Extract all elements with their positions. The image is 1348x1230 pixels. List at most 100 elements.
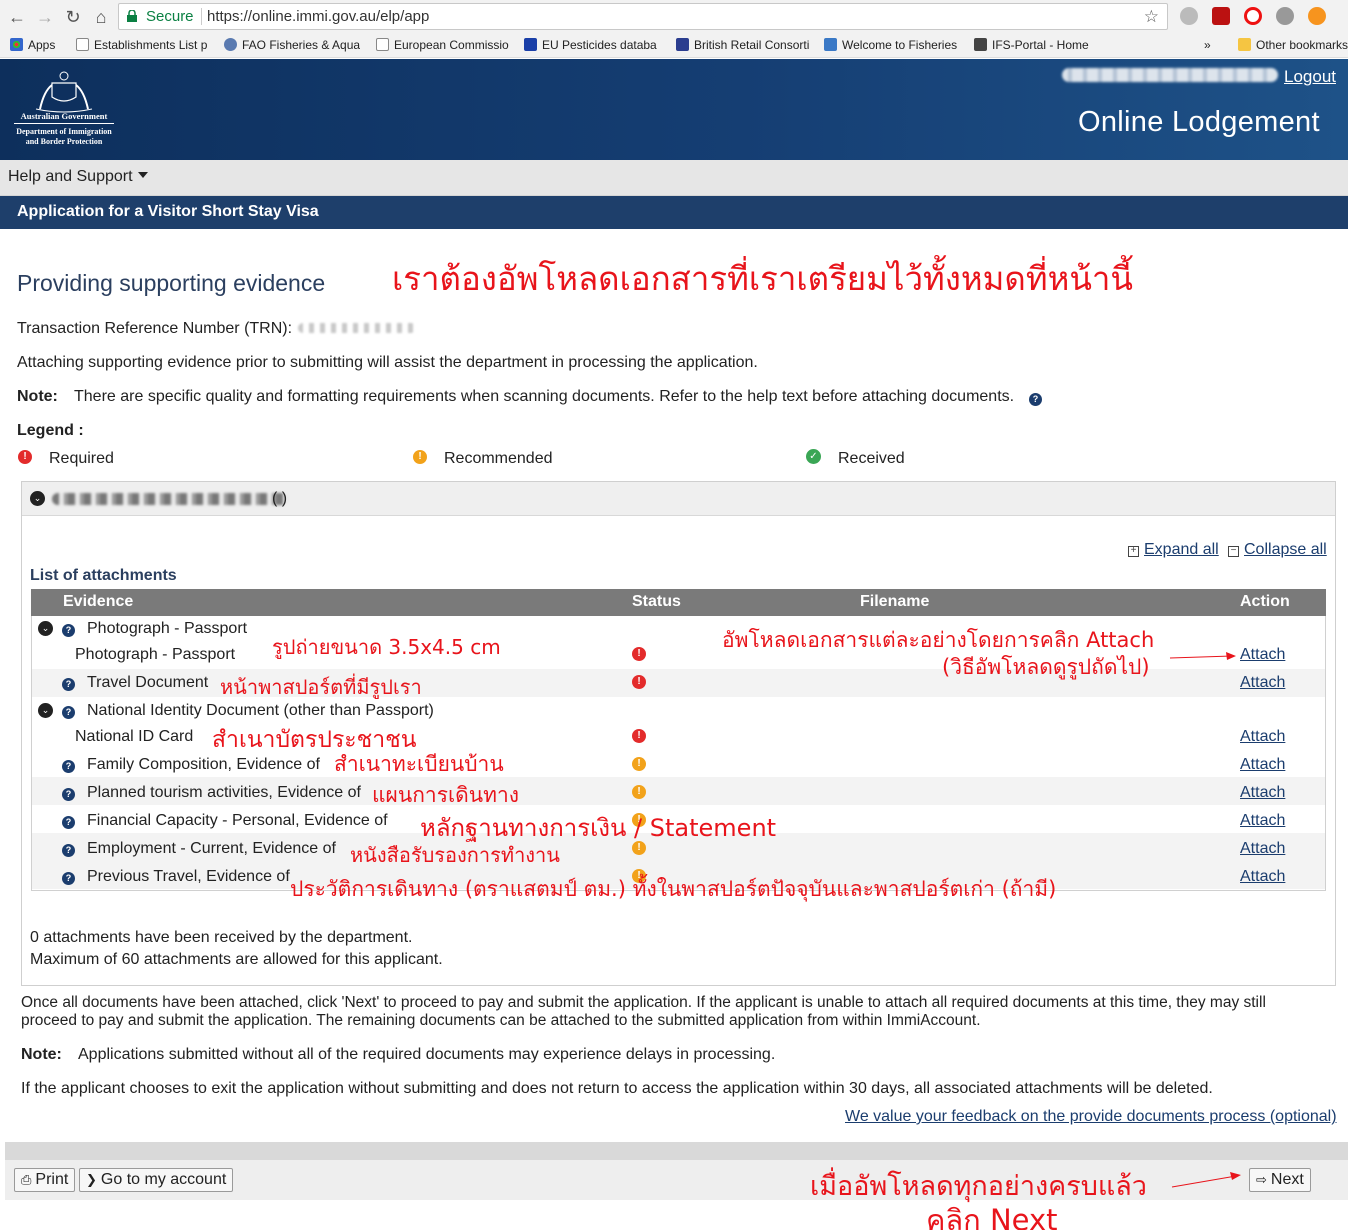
url-separator (201, 8, 202, 25)
forward-arrow-icon[interactable]: → (34, 6, 56, 28)
printer-icon: ⎙ (21, 1172, 32, 1187)
bookmark-label: Other bookmarks (1256, 38, 1348, 52)
required-icon: ! (632, 729, 646, 743)
crest-divider (14, 123, 114, 124)
annotation-photo: รูปถ่ายขนาด 3.5x4.5 cm (272, 635, 501, 659)
annotation-previous-travel: ประวัติการเดินทาง (ตราแสตมป์ ตม.) ทั้งใน… (290, 877, 1057, 901)
help-question-icon[interactable]: ? (62, 624, 75, 637)
chevron-down-icon[interactable]: ⌄ (38, 703, 53, 718)
eu-flag-icon (524, 38, 537, 51)
recommended-icon: ! (632, 785, 646, 799)
evidence-item-financial: Financial Capacity - Personal, Evidence … (87, 812, 388, 829)
help-question-icon[interactable]: ? (62, 816, 75, 829)
brc-icon (676, 38, 689, 51)
column-status: Status (632, 593, 681, 610)
chevron-right-icon: ❯ (86, 1172, 97, 1187)
applicant-panel-header[interactable]: ⌄ ( ) (22, 482, 1335, 516)
account-label: Go to my account (100, 1171, 227, 1188)
secure-label: Secure (146, 8, 194, 25)
bookmark-ifs[interactable]: IFS-Portal - Home (974, 38, 1089, 52)
applicant-name-blurred (52, 493, 288, 505)
bookmark-brc[interactable]: British Retail Consorti (676, 38, 810, 52)
site-header: Australian Government Department of Immi… (0, 59, 1348, 160)
logout-link[interactable]: Logout (1284, 67, 1336, 87)
note-label: Note: (17, 388, 58, 405)
attach-link-financial[interactable]: Attach (1240, 812, 1285, 830)
help-question-icon[interactable]: ? (62, 844, 75, 857)
help-and-support-menu[interactable]: Help and Support (8, 168, 148, 186)
collapse-all-label: Collapse all (1244, 541, 1327, 558)
legend-recommended: Recommended (444, 450, 553, 467)
received-check-icon: ✓ (806, 449, 821, 464)
column-filename: Filename (860, 593, 930, 610)
bookmark-apps[interactable]: Apps (10, 38, 55, 52)
chevron-down-icon[interactable]: ⌄ (30, 491, 45, 506)
annotation-family: สำเนาทะเบียนบ้าน (334, 752, 504, 776)
reload-icon[interactable]: ↻ (62, 6, 84, 28)
expand-all-link[interactable]: + Expand all (1128, 541, 1219, 559)
bookmark-label: Apps (28, 38, 56, 52)
attach-link-tourism[interactable]: Attach (1240, 784, 1285, 802)
attachments-table-header: Evidence Status Filename Action (31, 589, 1326, 616)
evidence-item-previous-travel: Previous Travel, Evidence of (87, 868, 290, 885)
bookmark-establishments[interactable]: Establishments List p (76, 38, 208, 52)
extension-globe-icon[interactable] (1180, 7, 1198, 25)
column-action: Action (1240, 593, 1290, 610)
go-to-account-button[interactable]: ❯ Go to my account (79, 1168, 234, 1192)
more-bookmarks-chevron[interactable]: » (1204, 38, 1211, 52)
attach-link-employment[interactable]: Attach (1240, 840, 1285, 858)
bookmark-fao[interactable]: FAO Fisheries & Aqua (224, 38, 360, 52)
help-question-icon[interactable]: ? (62, 678, 75, 691)
opera-extension-icon[interactable] (1244, 7, 1262, 25)
extension-orange-icon[interactable] (1308, 7, 1326, 25)
help-menu-bar: Help and Support (0, 160, 1348, 196)
ifs-icon (974, 38, 987, 51)
site-title: Online Lodgement (1078, 106, 1320, 138)
arrow-right-icon: ⇨ (1256, 1172, 1267, 1187)
attach-link-family[interactable]: Attach (1240, 756, 1285, 774)
extension-gear-icon[interactable] (1276, 7, 1294, 25)
bookmark-star-icon[interactable]: ☆ (1144, 4, 1159, 29)
bookmark-eu-pesticides[interactable]: EU Pesticides databa (524, 38, 660, 52)
lock-icon (127, 10, 137, 22)
attachments-list-title: List of attachments (30, 567, 177, 584)
attach-link-national-id[interactable]: Attach (1240, 728, 1285, 746)
help-question-icon[interactable]: ? (62, 788, 75, 801)
evidence-item-travel-document: Travel Document (87, 674, 209, 691)
back-arrow-icon[interactable]: ← (6, 6, 28, 28)
help-question-icon[interactable]: ? (62, 760, 75, 773)
bookmark-label: Welcome to Fisheries (842, 38, 958, 52)
annotation-top: เราต้องอัพโหลดเอกสารที่เราเตรียมไว้ทั้งห… (392, 259, 1133, 298)
help-question-icon[interactable]: ? (62, 706, 75, 719)
print-button[interactable]: ⎙ Print (14, 1168, 76, 1192)
minus-box-icon: − (1228, 546, 1239, 557)
pdf-extension-icon[interactable] (1212, 7, 1230, 25)
dept-line-1: Department of Immigration (16, 127, 112, 136)
home-icon[interactable]: ⌂ (90, 6, 112, 28)
help-question-icon[interactable]: ? (1029, 393, 1042, 406)
bookmark-fisheries[interactable]: Welcome to Fisheries (824, 38, 960, 52)
deletion-warning: If the applicant chooses to exit the app… (21, 1080, 1213, 1097)
attach-link-travel-document[interactable]: Attach (1240, 674, 1285, 692)
bookmark-european-commission[interactable]: European Commissio (376, 38, 510, 52)
column-evidence: Evidence (63, 593, 134, 610)
address-bar[interactable]: Secure https://online.immi.gov.au/elp/ap… (118, 3, 1168, 30)
plus-box-icon: + (1128, 546, 1139, 557)
collapse-all-link[interactable]: − Collapse all (1228, 541, 1327, 559)
evidence-group-national-identity: National Identity Document (other than P… (87, 702, 434, 719)
instructions-line-1: Once all documents have been attached, c… (21, 994, 1266, 1011)
help-question-icon[interactable]: ? (62, 872, 75, 885)
evidence-item-tourism: Planned tourism activities, Evidence of (87, 784, 361, 801)
trn-label: Transaction Reference Number (TRN): (17, 320, 293, 337)
attach-link-photograph[interactable]: Attach (1240, 646, 1285, 664)
feedback-link[interactable]: We value your feedback on the provide do… (845, 1108, 1337, 1126)
bottom-note-label: Note: (21, 1046, 62, 1063)
expand-all-label: Expand all (1144, 541, 1219, 558)
legend-received: Received (838, 450, 905, 467)
dept-name: Department of Immigration and Border Pro… (10, 127, 118, 146)
bookmark-label: EU Pesticides databa (542, 38, 657, 52)
attach-link-previous-travel[interactable]: Attach (1240, 868, 1285, 886)
other-bookmarks[interactable]: Other bookmarks (1238, 38, 1348, 52)
chevron-down-icon[interactable]: ⌄ (38, 621, 53, 636)
next-button[interactable]: ⇨ Next (1249, 1168, 1311, 1192)
